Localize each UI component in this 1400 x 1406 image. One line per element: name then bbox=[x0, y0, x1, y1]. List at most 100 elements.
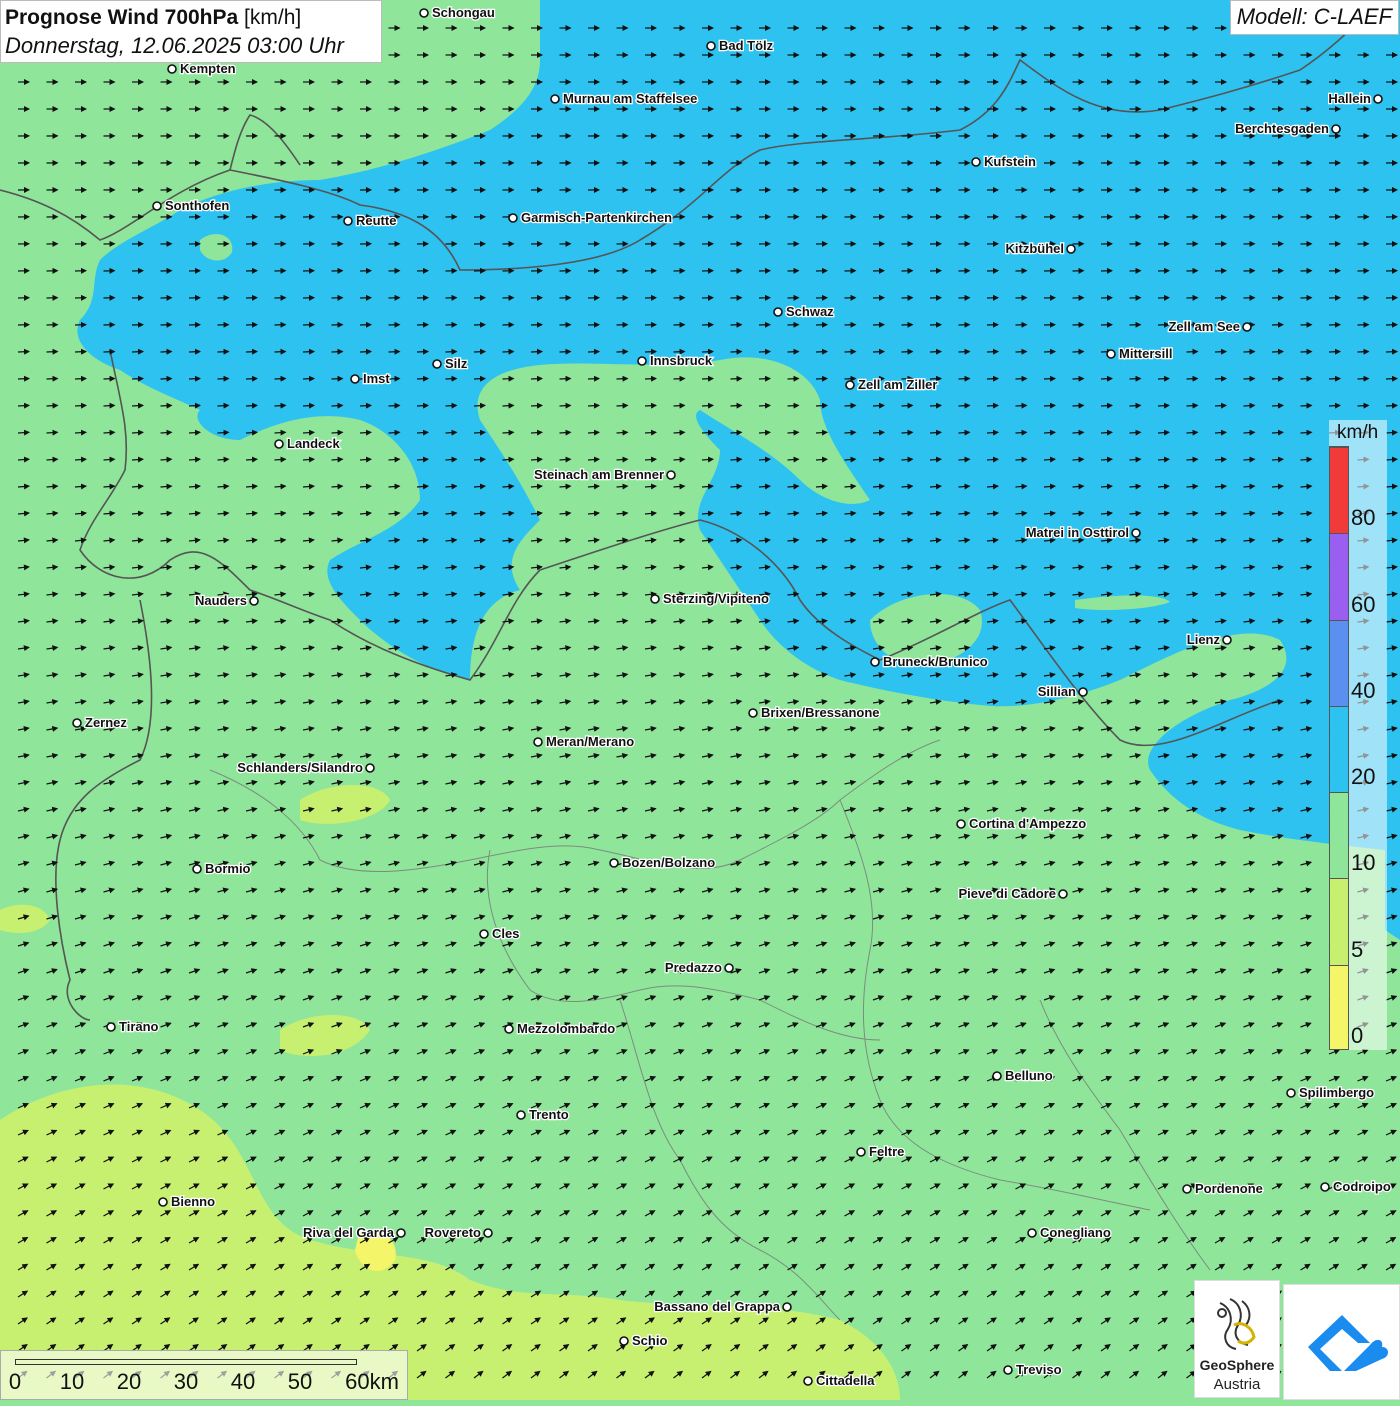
wind-arrow bbox=[474, 405, 485, 406]
city-marker bbox=[620, 1337, 628, 1345]
city-marker bbox=[871, 658, 879, 666]
wind-arrow bbox=[18, 459, 29, 460]
wind-arrow bbox=[731, 352, 742, 353]
scale-bar: 0102030405060km bbox=[0, 1350, 408, 1400]
wind-arrow bbox=[246, 352, 257, 353]
wind-arrow bbox=[218, 405, 229, 406]
geosphere-logo-line2: Austria bbox=[1195, 1376, 1279, 1393]
scale-tick-label: 30 bbox=[174, 1369, 198, 1395]
city-marker bbox=[107, 1023, 115, 1031]
legend-segment bbox=[1330, 792, 1348, 878]
wind-arrow bbox=[1158, 459, 1169, 460]
wind-arrow bbox=[1187, 379, 1198, 380]
city-marker bbox=[351, 375, 359, 383]
city-label: Bruneck/Brunico bbox=[883, 654, 988, 669]
map-title-main: Prognose Wind 700hPa bbox=[5, 6, 238, 29]
city-meran-merano: Meran/Merano bbox=[534, 734, 634, 749]
wind-arrow bbox=[332, 405, 343, 406]
city-mezzolombardo: Mezzolombardo bbox=[505, 1021, 615, 1036]
legend-segment bbox=[1330, 965, 1348, 1050]
forecast-datetime: Donnerstag, 12.06.2025 03:00 Uhr bbox=[5, 32, 381, 60]
wind-arrow bbox=[47, 352, 58, 353]
wind-arrow bbox=[731, 379, 742, 380]
city-label: Treviso bbox=[1016, 1362, 1062, 1377]
city-marker bbox=[344, 217, 352, 225]
wind-arrow bbox=[845, 379, 856, 380]
wind-arrow bbox=[702, 352, 713, 353]
city-marker bbox=[1059, 890, 1067, 898]
city-steinach-am-brenner: Steinach am Brenner bbox=[534, 467, 675, 482]
city-sterzing-vipiteno: Sterzing/Vipiteno bbox=[651, 591, 769, 606]
wind-arrow bbox=[75, 405, 86, 406]
geosphere-logo[interactable]: GeoSphere Austria bbox=[1194, 1280, 1280, 1398]
city-label: Schlanders/Silandro bbox=[237, 760, 363, 775]
wind-arrow bbox=[873, 432, 884, 433]
wind-arrow bbox=[902, 459, 913, 460]
wind-arrow bbox=[845, 459, 856, 460]
wind-arrow bbox=[389, 405, 400, 406]
wind-arrow bbox=[987, 432, 998, 433]
city-brixen-bressanone: Brixen/Bressanone bbox=[749, 705, 880, 720]
wind-arrow bbox=[1158, 432, 1169, 433]
wind-arrow bbox=[503, 459, 514, 460]
city-garmisch-partenkirchen: Garmisch-Partenkirchen bbox=[509, 210, 672, 225]
wind-arrow bbox=[560, 405, 571, 406]
city-label: Cittadella bbox=[816, 1373, 875, 1388]
wind-arrow bbox=[18, 432, 29, 433]
wind-arrow bbox=[845, 352, 856, 353]
wind-arrow bbox=[674, 459, 685, 460]
city-marker bbox=[1004, 1366, 1012, 1374]
wind-arrow bbox=[588, 432, 599, 433]
wind-arrow bbox=[47, 459, 58, 460]
wind-arrow bbox=[1158, 405, 1169, 406]
wind-arrow bbox=[246, 379, 257, 380]
wind-arrow bbox=[1272, 432, 1283, 433]
wind-arrow bbox=[617, 405, 628, 406]
city-marker bbox=[1223, 636, 1231, 644]
city-matrei-in-osttirol: Matrei in Osttirol bbox=[1026, 525, 1140, 540]
wind-arrow bbox=[788, 459, 799, 460]
wind-arrow bbox=[1272, 405, 1283, 406]
wind-arrow bbox=[759, 379, 770, 380]
city-marker bbox=[638, 357, 646, 365]
city-marker bbox=[783, 1303, 791, 1311]
wind-arrow bbox=[1386, 379, 1397, 380]
wind-arrow bbox=[474, 432, 485, 433]
wind-arrow bbox=[1215, 405, 1226, 406]
wind-arrow bbox=[588, 459, 599, 460]
city-marker bbox=[505, 1025, 513, 1033]
city-label: Schio bbox=[632, 1333, 667, 1348]
wind-map[interactable]: SchongauKemptenBad TölzMurnau am Staffel… bbox=[0, 0, 1400, 1400]
wind-arrow bbox=[1101, 432, 1112, 433]
city-label: Mittersill bbox=[1119, 346, 1172, 361]
city-label: Silz bbox=[445, 356, 468, 371]
wind-arrow bbox=[1301, 352, 1312, 353]
wind-arrow bbox=[417, 405, 428, 406]
wind-arrow bbox=[617, 459, 628, 460]
city-label: Innsbruck bbox=[650, 353, 713, 368]
wind-arrow bbox=[1301, 459, 1312, 460]
wind-arrow bbox=[1044, 379, 1055, 380]
wind-arrow bbox=[218, 379, 229, 380]
wind-arrow bbox=[1386, 432, 1397, 433]
city-marker bbox=[534, 738, 542, 746]
city-label: Sonthofen bbox=[165, 198, 229, 213]
city-label: Belluno bbox=[1005, 1068, 1053, 1083]
wind-arrow bbox=[987, 379, 998, 380]
city-marker bbox=[366, 764, 374, 772]
wind-arrow bbox=[674, 352, 685, 353]
city-marker bbox=[509, 214, 517, 222]
city-label: Rovereto bbox=[425, 1225, 481, 1240]
city-marker bbox=[972, 158, 980, 166]
wind-arrow bbox=[1301, 432, 1312, 433]
city-marker bbox=[275, 440, 283, 448]
app-logo[interactable] bbox=[1283, 1284, 1400, 1400]
wind-arrow bbox=[731, 405, 742, 406]
wind-arrow bbox=[75, 432, 86, 433]
city-label: Steinach am Brenner bbox=[534, 467, 664, 482]
wind-arrow bbox=[446, 379, 457, 380]
city-marker bbox=[551, 95, 559, 103]
city-spilimbergo: Spilimbergo bbox=[1287, 1085, 1374, 1100]
wind-arrow bbox=[1101, 459, 1112, 460]
wind-arrow bbox=[189, 379, 200, 380]
